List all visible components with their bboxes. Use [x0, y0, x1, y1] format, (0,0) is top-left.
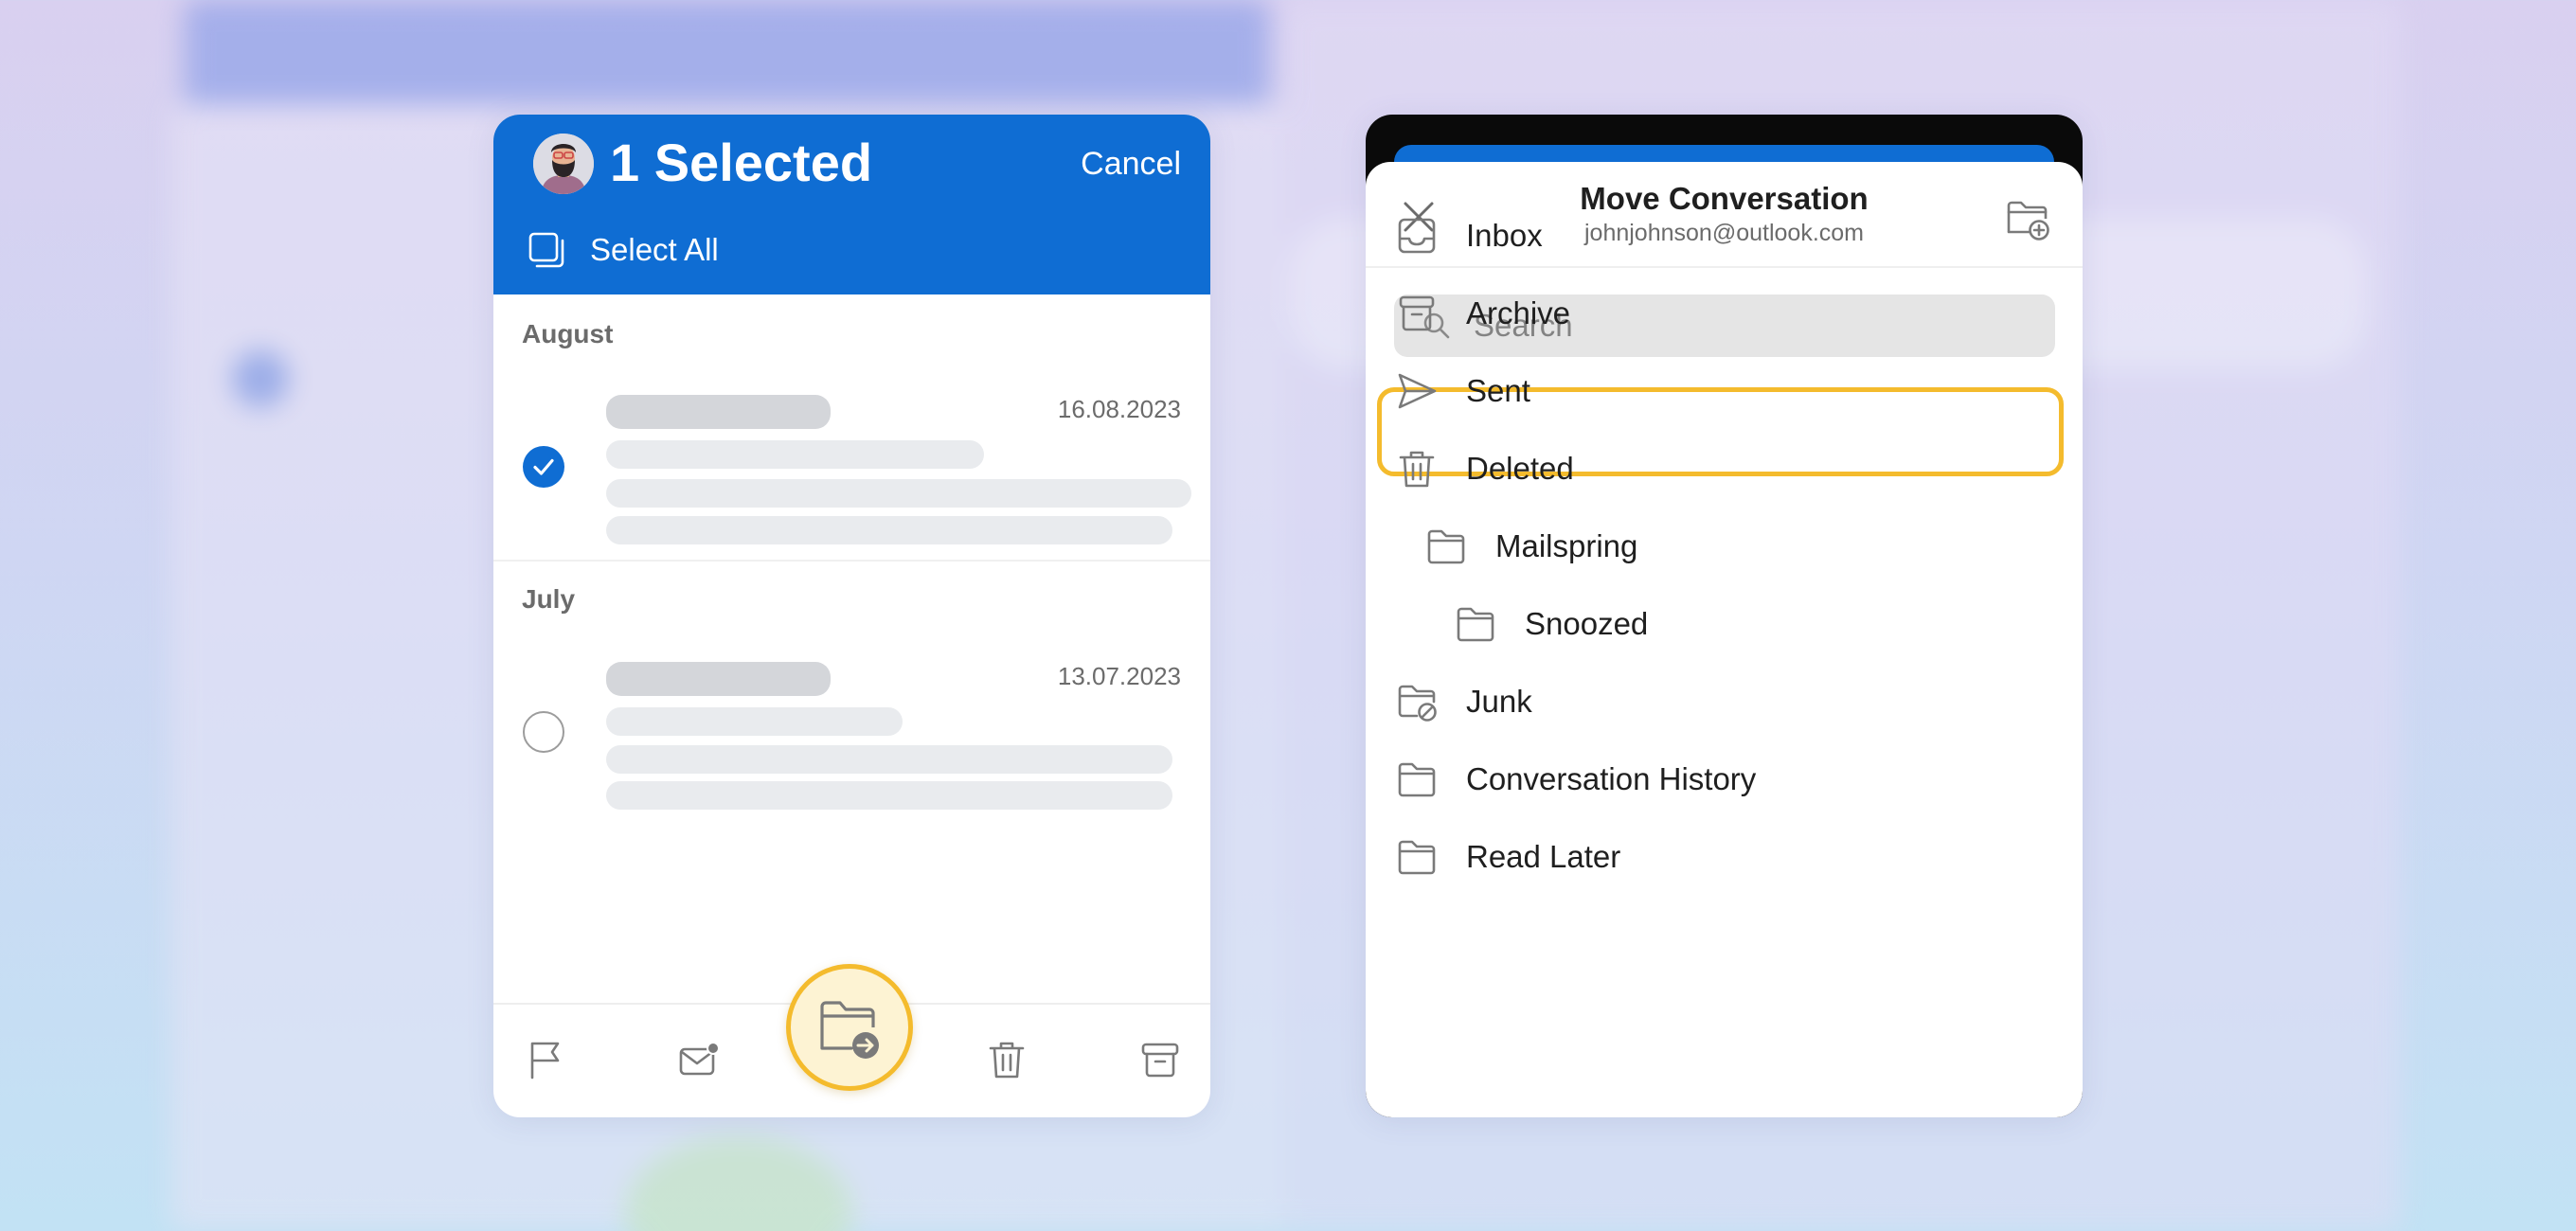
list-item[interactable]: 13.07.2023 [493, 635, 1210, 825]
message-date: 13.07.2023 [1057, 662, 1181, 690]
folder-label: Read Later [1466, 839, 1621, 874]
folder-item-sent[interactable]: Sent [1396, 358, 1530, 424]
selection-count-title: 1 Selected [610, 133, 873, 192]
folder-label: Deleted [1466, 451, 1574, 486]
archive-icon[interactable] [1138, 1038, 1182, 1081]
folder-item-conversation-history[interactable]: Conversation History [1396, 746, 1756, 812]
message-date: 16.08.2023 [1057, 395, 1181, 423]
mail-unread-icon[interactable] [677, 1038, 721, 1081]
subject-placeholder [606, 440, 984, 469]
trash-icon[interactable] [985, 1038, 1029, 1081]
trash-icon [1399, 451, 1435, 488]
move-to-folder-button[interactable] [786, 964, 913, 1091]
folder-label: Snoozed [1525, 606, 1649, 641]
folder-item-junk[interactable]: Junk [1396, 669, 1532, 735]
send-icon [1398, 373, 1437, 409]
select-all-label: Select All [590, 232, 719, 267]
junk-folder-icon [1398, 685, 1437, 722]
folder-label: Sent [1466, 373, 1530, 408]
folder-icon [1457, 607, 1494, 642]
folder-label: Archive [1466, 295, 1571, 330]
selection-header: 1 Selected Cancel Select All [493, 115, 1210, 294]
avatar-illustration [533, 134, 594, 194]
folder-label: Mailspring [1495, 528, 1638, 563]
select-all-checkbox-icon [528, 232, 564, 268]
move-to-folder-icon [820, 1001, 879, 1059]
folder-label: Conversation History [1466, 761, 1757, 796]
folder-icon [1427, 529, 1465, 564]
inbox-icon [1398, 218, 1436, 254]
unselected-radio[interactable] [523, 711, 564, 753]
avatar[interactable] [533, 134, 594, 194]
subject-placeholder [606, 707, 903, 736]
folder-item-inbox[interactable]: Inbox [1396, 203, 1543, 269]
folder-icon [1398, 840, 1436, 875]
divider [493, 560, 1210, 562]
folder-item-read-later[interactable]: Read Later [1396, 824, 1620, 890]
preview-placeholder [606, 781, 1172, 810]
folder-icon [1398, 762, 1436, 797]
blurred-background-app [0, 0, 2576, 1231]
flag-icon[interactable] [524, 1038, 567, 1081]
cancel-button[interactable]: Cancel [1081, 145, 1181, 183]
move-conversation-sheet: Move Conversation johnjohnson@outlook.co… [1366, 162, 2083, 1117]
folder-label: Inbox [1466, 218, 1543, 253]
folder-item-deleted[interactable]: Deleted [1396, 436, 1574, 502]
group-label-july: July [522, 584, 576, 614]
folder-label: Junk [1466, 684, 1532, 719]
preview-placeholder [606, 516, 1172, 544]
new-folder-icon[interactable] [2005, 196, 2050, 241]
folder-item-snoozed[interactable]: Snoozed [1455, 591, 1648, 657]
list-item[interactable]: 16.08.2023 [493, 370, 1210, 560]
move-conversation-panel: Move Conversation johnjohnson@outlook.co… [1366, 115, 2083, 1117]
group-label-august: August [522, 319, 614, 348]
folder-item-archive[interactable]: Archive [1396, 280, 1570, 347]
preview-placeholder [606, 479, 1191, 508]
sender-placeholder [606, 662, 831, 696]
sender-placeholder [606, 395, 831, 429]
folder-item-mailspring[interactable]: Mailspring [1425, 513, 1637, 580]
archive-icon [1399, 295, 1435, 331]
selected-checkmark-icon[interactable] [523, 446, 564, 488]
preview-placeholder [606, 745, 1172, 774]
select-all-button[interactable]: Select All [528, 226, 719, 274]
